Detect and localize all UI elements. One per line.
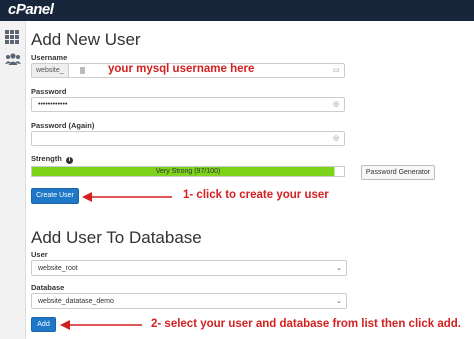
key-icon: ◎ bbox=[333, 101, 340, 108]
database-select[interactable]: website_datatase_demo ⌄ bbox=[31, 293, 347, 309]
database-select-value: website_datatase_demo bbox=[38, 298, 114, 305]
password-again-field[interactable]: ◎ bbox=[31, 131, 345, 146]
password-value: •••••••••••• bbox=[38, 101, 68, 108]
password-field[interactable]: •••••••••••• ◎ bbox=[31, 97, 345, 112]
strength-label-text: Strength bbox=[31, 154, 62, 163]
users-icon[interactable] bbox=[5, 52, 21, 66]
top-bar: cPanel bbox=[0, 0, 474, 21]
password-label: Password bbox=[31, 87, 67, 96]
add-button[interactable]: Add bbox=[31, 317, 56, 332]
key-icon: ◎ bbox=[333, 135, 340, 142]
strength-meter: Very Strong (97/100) bbox=[31, 166, 345, 177]
user-select-label: User bbox=[31, 250, 48, 259]
password-generator-button[interactable]: Password Generator bbox=[361, 165, 435, 180]
arrow-to-create-button bbox=[82, 192, 172, 202]
username-label: Username bbox=[31, 53, 68, 62]
strength-label: Strength i bbox=[31, 154, 73, 164]
arrow-to-add-button bbox=[60, 320, 142, 330]
user-select-value: website_root bbox=[38, 265, 78, 272]
create-annotation: 1- click to create your user bbox=[183, 189, 329, 201]
grid-icon[interactable] bbox=[5, 30, 21, 44]
user-select[interactable]: website_root ⌄ bbox=[31, 260, 347, 276]
page-title: Add New User bbox=[31, 30, 141, 49]
section-title-add-to-db: Add User To Database bbox=[31, 228, 202, 247]
sidebar bbox=[0, 21, 26, 339]
username-annotation: your mysql username here bbox=[108, 63, 255, 75]
username-prefix: website_ bbox=[32, 64, 69, 77]
cpanel-logo[interactable]: cPanel bbox=[8, 1, 54, 18]
password-again-label: Password (Again) bbox=[31, 121, 95, 130]
id-card-icon: ▭ bbox=[333, 67, 340, 74]
chevron-down-icon: ⌄ bbox=[336, 298, 342, 305]
create-user-button[interactable]: Create User bbox=[31, 188, 79, 204]
username-value-redacted bbox=[80, 67, 85, 74]
chevron-down-icon: ⌄ bbox=[336, 265, 342, 272]
info-icon[interactable]: i bbox=[65, 157, 73, 164]
add-annotation: 2- select your user and database from li… bbox=[151, 318, 461, 330]
database-select-label: Database bbox=[31, 283, 65, 292]
